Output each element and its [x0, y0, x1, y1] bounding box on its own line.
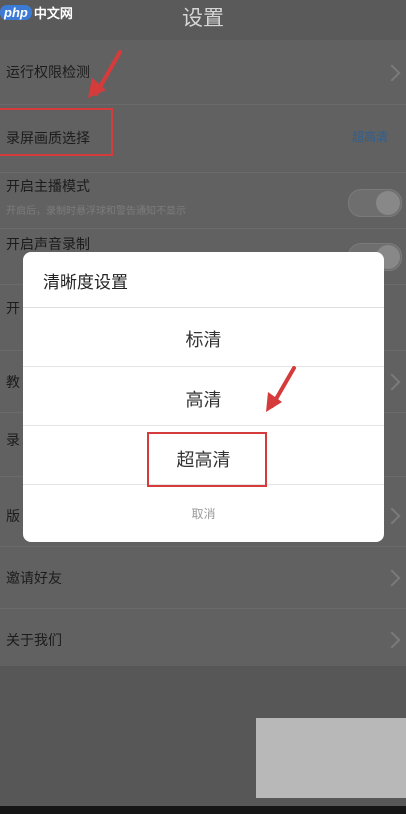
toggle-knob	[376, 191, 400, 215]
navigation-bar	[0, 806, 406, 814]
chevron-right-icon	[383, 373, 401, 391]
divider	[23, 366, 384, 367]
recording-quality-value: 超高清	[351, 130, 388, 144]
chevron-right-icon	[383, 569, 401, 587]
setting-label: 开启主播模式	[6, 179, 90, 195]
highlight-box	[0, 108, 113, 156]
setting-label: 关于我们	[6, 633, 62, 649]
chevron-right-icon	[383, 507, 401, 525]
setting-label: 录	[6, 433, 20, 449]
chevron-right-icon	[383, 631, 401, 649]
cancel-button[interactable]: 取消	[23, 505, 384, 522]
setting-label: 教	[6, 375, 20, 391]
setting-label: 开	[6, 301, 20, 317]
setting-about-us[interactable]: 关于我们	[0, 608, 406, 666]
clarity-dialog: 清晰度设置 标清 高清 超高清 取消	[23, 252, 384, 542]
setting-label: 邀请好友	[6, 571, 62, 587]
option-high[interactable]: 高清	[23, 386, 384, 412]
option-standard[interactable]: 标清	[23, 326, 384, 352]
setting-label: 开启声音录制	[6, 237, 90, 253]
divider	[23, 425, 384, 426]
host-mode-toggle[interactable]	[348, 189, 402, 217]
page-title: 设置	[182, 6, 224, 30]
setting-label: 版	[6, 509, 20, 525]
empty-area	[0, 666, 406, 806]
annotation-arrow	[88, 50, 122, 98]
divider	[23, 307, 384, 308]
chevron-right-icon	[383, 64, 401, 82]
highlight-box	[147, 432, 267, 487]
title-bar: php 中文网 设置	[0, 0, 406, 40]
setting-run-permission-check[interactable]: 运行权限检测	[0, 40, 406, 105]
dialog-title: 清晰度设置	[43, 273, 128, 293]
setting-host-mode: 开启主播模式 开启后，录制时悬浮球和警告通知不显示	[0, 172, 406, 229]
watermark-blur	[256, 718, 406, 798]
setting-invite-friends[interactable]: 邀请好友	[0, 546, 406, 609]
setting-label: 运行权限检测	[6, 65, 90, 81]
setting-description: 开启后，录制时悬浮球和警告通知不显示	[6, 206, 186, 217]
annotation-arrow	[266, 366, 296, 412]
